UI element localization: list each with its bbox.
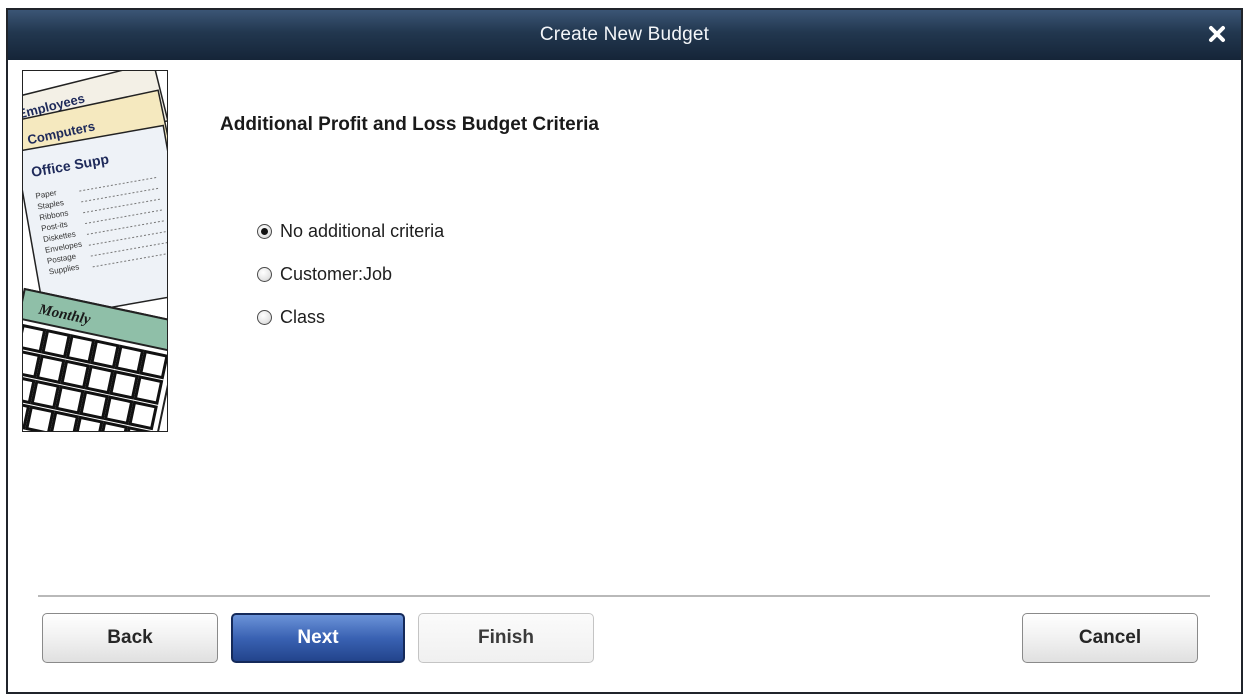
calendar-cell xyxy=(49,410,80,431)
budget-illustration: Employees Computers Office Supp Paper Sta… xyxy=(22,70,168,432)
create-budget-dialog: Create New Budget Employees Computers Of… xyxy=(6,8,1243,694)
close-button[interactable] xyxy=(1205,22,1229,46)
dialog-title: Create New Budget xyxy=(539,24,710,45)
criteria-radio-group: No additional criteria Customer:Job Class xyxy=(257,210,444,339)
calendar-cell xyxy=(41,328,71,359)
calendar-cell xyxy=(30,379,61,410)
criteria-option[interactable]: Class xyxy=(257,296,444,339)
calendar-cell xyxy=(35,354,66,385)
radio-button[interactable] xyxy=(257,267,272,282)
radio-button[interactable] xyxy=(257,310,272,325)
cancel-button[interactable]: Cancel xyxy=(1022,613,1198,663)
criteria-option[interactable]: No additional criteria xyxy=(257,210,444,253)
radio-button[interactable] xyxy=(257,224,272,239)
calendar-cell xyxy=(60,359,90,390)
finish-button[interactable]: Finish xyxy=(418,613,594,663)
calendar-cell xyxy=(54,385,85,415)
criteria-option-label: Customer:Job xyxy=(280,264,393,284)
calendar-cell xyxy=(84,364,115,395)
title-bar: Create New Budget xyxy=(8,10,1241,60)
calendar-cell xyxy=(103,395,134,426)
calendar-cell xyxy=(23,323,47,354)
criteria-option-label: Class xyxy=(280,307,326,327)
back-button[interactable]: Back xyxy=(42,613,218,663)
radio-selected-dot xyxy=(261,228,268,235)
budget-papers-calendar-illustration: Employees Computers Office Supp PaperSta… xyxy=(23,71,167,431)
criteria-option[interactable]: Customer:Job xyxy=(257,253,444,296)
close-icon xyxy=(1209,26,1225,42)
calendar-cell xyxy=(23,349,42,379)
calendar-cell xyxy=(25,405,55,431)
calendar-cell xyxy=(90,339,120,370)
calendar-cell xyxy=(128,400,158,431)
footer-divider xyxy=(38,595,1210,597)
calendar-cell xyxy=(65,334,96,364)
calendar-cell xyxy=(133,375,164,405)
next-button[interactable]: Next xyxy=(231,613,405,663)
calendar-cell xyxy=(114,344,145,375)
calendar-cell xyxy=(79,390,109,420)
calendar-cell xyxy=(109,370,139,400)
calendar-cell xyxy=(139,349,167,380)
criteria-option-label: No additional criteria xyxy=(280,221,445,241)
page-heading: Additional Profit and Loss Budget Criter… xyxy=(220,114,599,135)
